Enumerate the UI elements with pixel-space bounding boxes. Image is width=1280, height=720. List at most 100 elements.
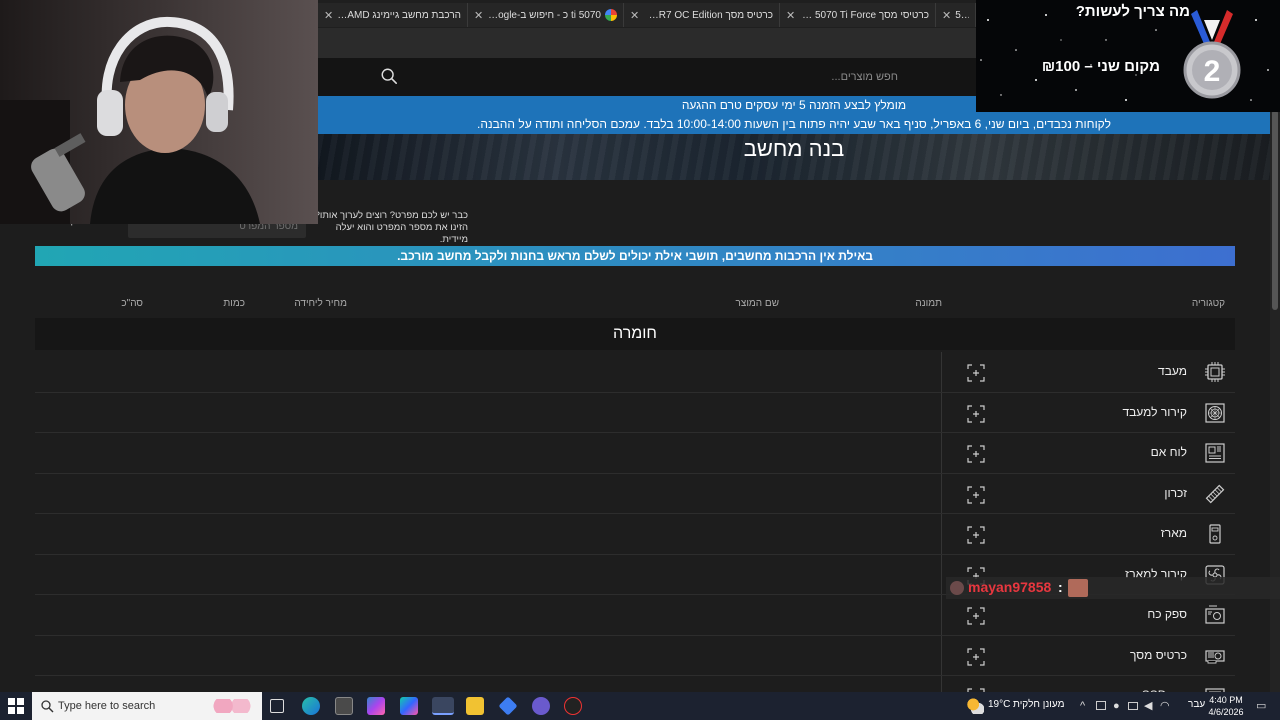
close-tab-icon[interactable]: ✕ [786, 9, 795, 22]
keyboard-language[interactable]: עבר [1188, 699, 1205, 710]
tab-label: 5070 ti כ - חיפוש ב-Google [487, 9, 601, 21]
header-total: סה"כ [121, 298, 143, 309]
build-pc-main: כבר יש לכם מפרט? רוצים לערוך אותו? הזינו… [0, 180, 1270, 717]
tab-label: 5070 [955, 9, 969, 21]
chevron-up-icon[interactable]: ^ [1080, 700, 1092, 712]
select-product-icon[interactable] [966, 606, 986, 626]
clock-time: 4:40 PM [1209, 695, 1243, 705]
scrollbar-thumb[interactable] [1272, 110, 1278, 310]
column-divider [941, 514, 942, 554]
motherboard-icon [1205, 443, 1225, 463]
volume-icon[interactable]: ◀ [1144, 700, 1156, 712]
cpu-icon [1205, 362, 1225, 382]
header-image: תמונה [915, 298, 942, 309]
select-product-icon[interactable] [966, 525, 986, 545]
edge-icon[interactable] [302, 697, 320, 715]
section-title: חומרה [35, 318, 1235, 350]
column-divider [941, 554, 942, 594]
component-row-motherboard[interactable]: לוח אם [35, 433, 1235, 474]
cpu-cooler-icon [1205, 402, 1225, 423]
component-label: זכרון [1164, 485, 1187, 500]
overlay-title: מה צריך לעשות? [1075, 3, 1190, 20]
component-row-case[interactable]: מארז [35, 514, 1235, 555]
chrome-taskbar-icon[interactable] [432, 697, 454, 715]
chat-message-popup: mayan97858 : [946, 577, 1280, 599]
header-product: שם המוצר [735, 298, 779, 309]
close-tab-icon[interactable]: ✕ [324, 9, 333, 22]
component-row-memory[interactable]: זכרון [35, 473, 1235, 514]
announcement-line-2: לקוחות נכבדים, ביום שני, 6 באפריל, סניף … [477, 117, 1111, 131]
notification-icon[interactable]: ▭ [1256, 700, 1268, 712]
screen: ✕ הרכבת מחשב גיימינג AMD בהתא ✕ 5070 ti … [0, 0, 1280, 720]
browser-tab[interactable]: ✕ כרטיסי מסך RTX 5070 Ti Force [780, 3, 936, 27]
select-product-icon[interactable] [966, 485, 986, 505]
m365-icon[interactable] [400, 697, 418, 715]
browser-tab[interactable]: ✕ 5070 ti כ - חיפוש ב-Google [468, 3, 624, 27]
task-view-icon[interactable] [270, 699, 284, 713]
discord-icon[interactable] [532, 697, 550, 715]
spec-load-prompt: כבר יש לכם מפרט? רוצים לערוך אותו? הזינו… [310, 210, 468, 246]
column-divider [941, 433, 942, 473]
component-row-cpu-cooler[interactable]: קירור למעבד [35, 392, 1235, 433]
browser-tab[interactable]: ✕ 5070 [936, 3, 976, 27]
taskbar-search[interactable]: Type here to search [32, 692, 262, 720]
case-icon [1209, 524, 1221, 544]
search-input[interactable] [408, 66, 898, 88]
component-label: מעבד [1158, 364, 1187, 378]
spec-prompt-line-1: כבר יש לכם מפרט? רוצים לערוך אותו? [314, 210, 468, 221]
battery-icon[interactable] [1128, 702, 1138, 710]
search-icon [41, 700, 54, 713]
component-label: קירור למעבד [1122, 404, 1187, 419]
windows-taskbar: Type here to search 19°C מעונן חלקית ^ ●… [0, 692, 1280, 720]
close-tab-icon[interactable]: ✕ [630, 9, 639, 22]
eilat-notice-banner: באילת אין הרכבות מחשבים, תושבי אילת יכול… [35, 246, 1235, 266]
psu-icon [1205, 605, 1225, 624]
chat-separator: : [1058, 579, 1063, 595]
header-unit-price: מחיר ליחידה [294, 298, 347, 309]
mic-icon[interactable]: ● [1113, 700, 1125, 712]
search-icon[interactable] [380, 67, 398, 85]
browser-tab[interactable]: ✕ כרטיס מסך GDDR7 OC Edition [624, 3, 780, 27]
column-divider [941, 595, 942, 635]
obs-icon[interactable] [564, 697, 582, 715]
memory-icon [1205, 484, 1225, 503]
browser-tab[interactable]: ✕ הרכבת מחשב גיימינג AMD בהתא [318, 3, 468, 27]
gpu-icon [1205, 649, 1225, 663]
store-icon[interactable] [335, 697, 353, 715]
copilot-icon[interactable] [367, 697, 385, 715]
app-icon[interactable] [498, 696, 518, 716]
silver-medal-icon: 2 [1183, 10, 1241, 99]
clock-date: 4/6/2026 [1208, 707, 1244, 717]
select-product-icon[interactable] [966, 444, 986, 464]
windows-start-icon[interactable] [8, 698, 24, 714]
clock[interactable]: 4:40 PM 4/6/2026 [1206, 694, 1246, 718]
header-category: קטגוריה [1191, 298, 1225, 309]
browser-tab-strip: ✕ הרכבת מחשב גיימינג AMD בהתא ✕ 5070 ti … [318, 0, 978, 28]
select-product-icon[interactable] [966, 404, 986, 424]
close-tab-icon[interactable]: ✕ [474, 9, 483, 22]
component-row-psu[interactable]: ספק כח [35, 595, 1235, 636]
column-divider [941, 635, 942, 675]
page-scrollbar[interactable] [1270, 96, 1280, 692]
header-quantity: כמות [223, 298, 245, 309]
taskbar-search-placeholder: Type here to search [58, 700, 156, 712]
component-label: לוח אם [1150, 445, 1187, 459]
wifi-icon[interactable]: ◠ [1160, 700, 1172, 712]
cherry-blossom-icon [210, 699, 254, 713]
page-title: בנה מחשב [743, 136, 845, 161]
network-icon[interactable] [1096, 701, 1106, 710]
tab-label: הרכבת מחשב גיימינג AMD בהתא [337, 9, 461, 21]
weather-icon[interactable] [966, 698, 984, 714]
component-row-cpu[interactable]: מעבד [35, 352, 1235, 393]
component-row-gpu[interactable]: כרטיס מסך [35, 635, 1235, 676]
overlay-prize-text: מקום שני – ₪100 [1041, 58, 1160, 75]
select-product-icon[interactable] [966, 647, 986, 667]
select-product-icon[interactable] [966, 363, 986, 383]
tab-label: כרטיס מסך GDDR7 OC Edition [643, 9, 773, 21]
close-tab-icon[interactable]: ✕ [942, 9, 951, 22]
google-icon [605, 9, 617, 21]
file-explorer-icon[interactable] [466, 697, 484, 715]
browser-toolbar [318, 28, 978, 58]
weather-condition: מעונן חלקית [1013, 699, 1065, 710]
hero-banner: בנה מחשב [318, 134, 1270, 180]
